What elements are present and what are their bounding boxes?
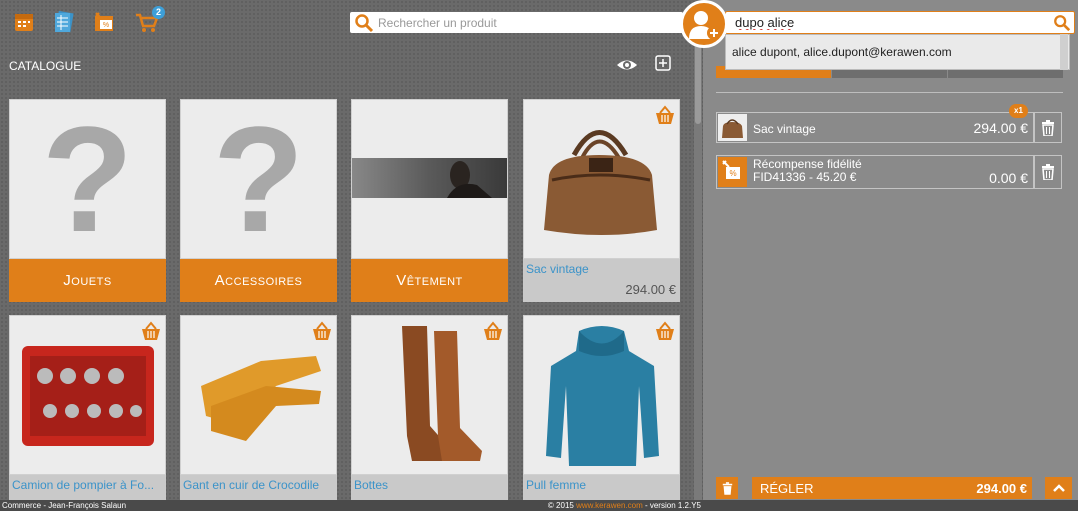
clear-cart-button[interactable] xyxy=(716,477,738,499)
svg-text:%: % xyxy=(103,22,109,29)
category-tile-jouets[interactable]: ? Jouets xyxy=(9,99,166,302)
cart-line[interactable]: Sac vintage 294.00 € xyxy=(716,112,1034,143)
cart-line[interactable]: % Récompense fidélité FID41336 - 45.20 €… xyxy=(716,155,1034,189)
add-to-cart-icon[interactable] xyxy=(654,105,676,125)
search-icon[interactable] xyxy=(354,13,374,33)
product-tile-gant[interactable]: Gant en cuir de Crocodile xyxy=(180,315,337,511)
product-tile-pull[interactable]: Pull femme xyxy=(523,315,680,511)
calendar-icon[interactable] xyxy=(12,10,36,34)
trash-icon xyxy=(722,481,732,495)
cart-icon[interactable]: 2 xyxy=(135,6,165,34)
add-to-cart-icon[interactable] xyxy=(311,321,333,341)
scrollbar-thumb[interactable] xyxy=(695,44,701,124)
pay-amount: 294.00 € xyxy=(976,481,1027,496)
search-icon[interactable] xyxy=(1053,14,1071,32)
product-name: Bottes xyxy=(354,478,389,492)
svg-text:%: % xyxy=(729,169,736,178)
trash-icon xyxy=(1042,119,1054,136)
product-name: Gant en cuir de Crocodile xyxy=(183,478,320,492)
remove-line-button[interactable] xyxy=(1034,112,1062,143)
add-to-cart-icon[interactable] xyxy=(482,321,504,341)
cart-line-price: 294.00 € xyxy=(973,120,1029,136)
category-image: ? xyxy=(9,99,166,259)
product-search-input[interactable] xyxy=(374,13,683,32)
discount-icon[interactable]: % xyxy=(92,10,116,34)
product-search xyxy=(350,12,683,33)
divider xyxy=(716,92,1063,93)
discount-icon: % xyxy=(718,157,747,187)
catalogue-grid: ? Jouets ? Accessoires Vêtement Sac vint… xyxy=(9,99,684,511)
product-tile-camion[interactable]: Camion de pompier à Fo... xyxy=(9,315,166,511)
customer-suggestions: alice dupont, alice.dupont@kerawen.com xyxy=(725,34,1070,70)
category-label: Accessoires xyxy=(214,271,303,289)
customer-search-input[interactable] xyxy=(735,14,1045,31)
remove-line-button[interactable] xyxy=(1034,155,1062,189)
product-price: 294.00 € xyxy=(625,282,676,297)
suggestions-scrollbar[interactable] xyxy=(1060,34,1068,70)
top-toolbar: % 2 xyxy=(0,0,703,44)
pay-button[interactable]: RÉGLER 294.00 € xyxy=(752,477,1032,499)
trash-icon xyxy=(1042,164,1054,180)
customer-search xyxy=(725,11,1075,34)
suggestion-item[interactable]: alice dupont, alice.dupont@kerawen.com xyxy=(732,45,952,59)
category-label: Jouets xyxy=(63,271,112,289)
category-tile-accessoires[interactable]: ? Accessoires xyxy=(180,99,337,302)
product-name: Camion de pompier à Fo... xyxy=(12,478,155,492)
cart-count-badge: 2 xyxy=(152,6,165,19)
catalogue-title: CATALOGUE xyxy=(9,59,82,73)
product-tile-sac-vintage[interactable]: Sac vintage 294.00 € xyxy=(523,99,680,302)
cart-line-name: Sac vintage xyxy=(753,122,816,136)
add-user-icon xyxy=(689,11,721,40)
cart-pane: alice dupont, alice.dupont@kerawen.com S… xyxy=(680,0,1078,511)
add-to-cart-icon[interactable] xyxy=(654,321,676,341)
footer-link[interactable]: www.kerawen.com xyxy=(576,501,643,510)
product-name: Pull femme xyxy=(526,478,587,492)
add-to-cart-icon[interactable] xyxy=(140,321,162,341)
footer: Commerce - Jean-François Salaun © 2015 w… xyxy=(0,500,703,511)
pay-label: RÉGLER xyxy=(760,481,814,496)
category-image xyxy=(351,99,508,259)
catalogue-header: CATALOGUE xyxy=(0,44,690,89)
footer-user: Commerce - Jean-François Salaun xyxy=(2,501,127,510)
catalogue-pane: % 2 CATALOGUE ? Jouets ? Accessoires xyxy=(0,0,703,511)
product-tile-bottes[interactable]: Bottes xyxy=(351,315,508,511)
category-image: ? xyxy=(180,99,337,259)
placeholder-question-icon: ? xyxy=(212,99,305,259)
quantity-badge: x1 xyxy=(1009,104,1028,118)
footer-right xyxy=(703,500,1078,511)
add-icon[interactable] xyxy=(655,55,671,71)
payment-bar: RÉGLER 294.00 € xyxy=(716,477,1072,500)
cart-line-thumbnail xyxy=(718,114,747,141)
eye-icon[interactable] xyxy=(616,56,638,74)
chevron-up-icon xyxy=(1052,484,1065,492)
category-tile-vetement[interactable]: Vêtement xyxy=(351,99,508,302)
footer-copyright: © 2015 www.kerawen.com - version 1.2.Y5 xyxy=(547,501,701,510)
catalogue-scrollbar[interactable] xyxy=(694,44,702,511)
product-name: Sac vintage xyxy=(526,262,589,276)
cart-line-detail: FID41336 - 45.20 € xyxy=(753,170,857,184)
add-customer-button[interactable] xyxy=(680,0,728,48)
catalogue-icon[interactable] xyxy=(52,10,76,34)
expand-button[interactable] xyxy=(1045,477,1072,499)
placeholder-question-icon: ? xyxy=(41,99,134,259)
category-label: Vêtement xyxy=(396,271,463,289)
cart-line-price: 0.00 € xyxy=(989,170,1028,186)
